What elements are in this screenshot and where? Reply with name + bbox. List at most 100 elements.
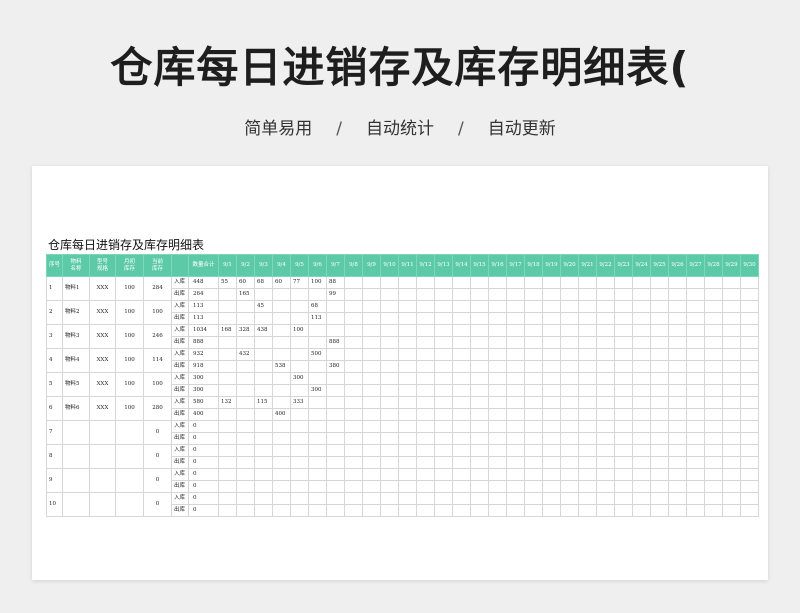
col-date: 9/4: [272, 254, 291, 277]
cell-in-day: [416, 348, 435, 361]
cell-out-day: [704, 480, 723, 493]
cell-out-total: 888: [188, 336, 219, 349]
cell-out-day: [668, 336, 687, 349]
cell-in-day: [650, 372, 669, 385]
cell-out-day: [506, 432, 525, 445]
cell-out-day: [668, 456, 687, 469]
cell-out-day: [632, 312, 651, 325]
cell-out-label: 出库: [171, 384, 189, 397]
cell-in-day: [380, 276, 399, 289]
cell-out-day: [290, 408, 309, 421]
cell-opening: [115, 492, 144, 517]
cell-out-day: [506, 408, 525, 421]
cell-in-day: [704, 396, 723, 409]
col-date: 9/25: [650, 254, 669, 277]
cell-out-day: [560, 312, 579, 325]
cell-out-day: [452, 432, 471, 445]
cell-seq: 3: [46, 324, 63, 349]
cell-seq: 1: [46, 276, 63, 301]
cell-out-day: [650, 432, 669, 445]
cell-out-label: 出库: [171, 312, 189, 325]
cell-out-day: [632, 336, 651, 349]
cell-out-day: [542, 360, 561, 373]
cell-in-day: 432: [236, 348, 255, 361]
cell-out-day: [236, 360, 255, 373]
cell-in-total: 932: [188, 348, 219, 361]
cell-in-day: [740, 348, 759, 361]
cell-in-day: [578, 396, 597, 409]
cell-in-day: [560, 372, 579, 385]
cell-in-day: [254, 348, 273, 361]
cell-out-day: [614, 288, 633, 301]
cell-out-day: [722, 312, 741, 325]
cell-out-day: [614, 384, 633, 397]
cell-in-day: [380, 372, 399, 385]
cell-name: 物料3: [62, 324, 90, 349]
cell-in-day: [416, 468, 435, 481]
cell-out-day: [560, 432, 579, 445]
cell-out-day: [398, 360, 417, 373]
cell-out-day: [308, 504, 327, 517]
cell-model: XXX: [89, 372, 116, 397]
cell-in-day: [542, 492, 561, 505]
cell-out-day: [560, 408, 579, 421]
cell-in-day: [434, 348, 453, 361]
cell-out-day: 99: [326, 288, 345, 301]
cell-in-day: [614, 300, 633, 313]
cell-in-day: [488, 468, 507, 481]
cell-in-day: [704, 420, 723, 433]
cell-out-label: 出库: [171, 360, 189, 373]
table-row: 4 物料4 XXX 100 114 入库 932 432 500: [46, 348, 759, 373]
cell-in-day: [632, 420, 651, 433]
cell-out-day: [362, 432, 381, 445]
cell-in-day: [326, 468, 345, 481]
cell-in-day: [362, 276, 381, 289]
cell-in-day: [740, 372, 759, 385]
cell-in-day: [542, 420, 561, 433]
cell-in-total: 0: [188, 468, 219, 481]
cell-in-day: [470, 324, 489, 337]
cell-out-day: [524, 432, 543, 445]
cell-out-day: [650, 336, 669, 349]
cell-out-day: [434, 288, 453, 301]
cell-out-day: [290, 432, 309, 445]
cell-in-day: [668, 492, 687, 505]
cell-in-total: 0: [188, 444, 219, 457]
cell-out-day: [236, 504, 255, 517]
cell-out-day: [326, 456, 345, 469]
cell-out-day: [416, 456, 435, 469]
cell-out-day: [218, 408, 237, 421]
cell-out-day: [236, 408, 255, 421]
cell-out-day: [380, 384, 399, 397]
cell-in-day: [272, 420, 291, 433]
cell-out-day: [308, 456, 327, 469]
cell-in-day: [362, 300, 381, 313]
cell-in-day: [704, 324, 723, 337]
cell-out-label: 出库: [171, 504, 189, 517]
cell-in-label: 入库: [171, 348, 189, 361]
cell-out-day: [272, 432, 291, 445]
cell-out-day: [722, 456, 741, 469]
cell-in-day: [722, 300, 741, 313]
col-date: 9/12: [416, 254, 435, 277]
cell-opening: 100: [115, 324, 144, 349]
col-date: 9/11: [398, 254, 417, 277]
cell-in-day: [380, 420, 399, 433]
cell-in-day: [686, 324, 705, 337]
cell-seq: 2: [46, 300, 63, 325]
cell-out-day: [488, 480, 507, 493]
cell-out-day: [596, 384, 615, 397]
cell-out-day: [362, 384, 381, 397]
cell-in-day: [686, 444, 705, 457]
cell-in-day: [524, 276, 543, 289]
cell-in-day: [614, 276, 633, 289]
cell-in-day: [434, 276, 453, 289]
cell-in-day: [398, 420, 417, 433]
table-row: 1 物料1 XXX 100 284 入库 448 55 60 68 60 77 100 88: [46, 276, 759, 301]
cell-in-day: [578, 324, 597, 337]
cell-in-day: [614, 372, 633, 385]
cell-in-day: [686, 492, 705, 505]
cell-out-day: [506, 456, 525, 469]
cell-out-day: [452, 384, 471, 397]
cell-out-day: [560, 360, 579, 373]
